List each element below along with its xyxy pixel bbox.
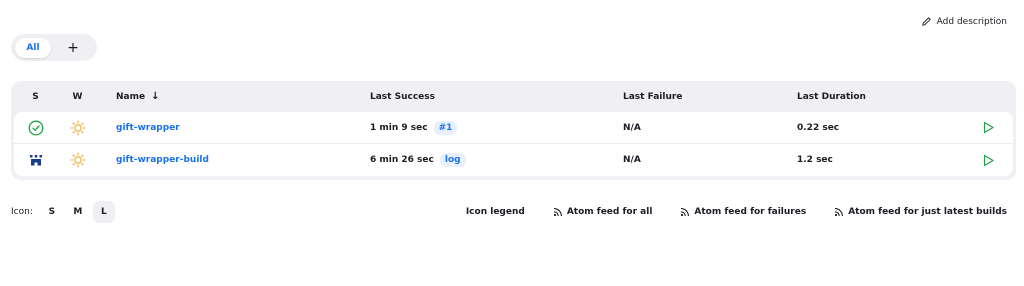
col-header-last-failure[interactable]: Last Failure <box>605 92 779 102</box>
icon-size-label: Icon: <box>11 207 33 217</box>
last-duration-value: 0.22 sec <box>797 122 840 133</box>
col-header-status[interactable]: S <box>14 92 57 102</box>
not-built-icon <box>29 155 42 166</box>
col-header-last-success[interactable]: Last Success <box>352 92 605 102</box>
play-icon[interactable] <box>982 121 995 134</box>
rss-icon <box>681 208 690 217</box>
last-success-time: 1 min 9 sec <box>370 122 428 133</box>
last-duration-value: 1.2 sec <box>797 155 833 165</box>
add-description-label: Add description <box>936 16 1007 27</box>
console-log-badge[interactable]: log <box>439 153 466 167</box>
job-name-link[interactable]: gift-wrapper-build <box>116 155 209 165</box>
col-header-name[interactable]: Name ↓ <box>98 91 352 102</box>
icon-legend-link[interactable]: Icon legend <box>466 207 525 217</box>
job-name-link[interactable]: gift-wrapper <box>116 123 180 133</box>
col-header-weather[interactable]: W <box>57 92 98 102</box>
atom-feed-failures-link[interactable]: Atom feed for failures <box>680 207 806 217</box>
icon-size-selector: Icon: S M L <box>11 201 115 223</box>
table-row: gift-wrapper 1 min 9 sec #1 N/A 0.22 sec <box>14 112 1013 144</box>
last-success-time: 6 min 26 sec <box>370 155 434 165</box>
icon-size-l-button[interactable]: L <box>92 201 115 223</box>
add-description-button[interactable]: Add description <box>921 16 1007 27</box>
icon-size-m-button[interactable]: M <box>67 201 89 223</box>
build-number-badge[interactable]: #1 <box>433 120 458 135</box>
icon-size-s-button[interactable]: S <box>41 201 63 223</box>
jobs-table: S W Name ↓ Last Success Last Failure Last… <box>11 81 1016 180</box>
sort-down-icon: ↓ <box>151 91 160 102</box>
rss-icon <box>835 208 844 217</box>
atom-feed-latest-link[interactable]: Atom feed for just latest builds <box>834 207 1007 217</box>
pencil-icon <box>921 17 931 26</box>
tab-all[interactable]: All <box>15 37 51 58</box>
atom-feed-all-link[interactable]: Atom feed for all <box>553 207 652 217</box>
play-icon[interactable] <box>982 154 995 167</box>
table-footer: Icon: S M L Icon legend Atom feed for al… <box>11 201 1007 223</box>
last-failure-value: N/A <box>623 155 641 165</box>
last-failure-value: N/A <box>623 122 641 133</box>
success-check-icon <box>28 120 43 135</box>
table-header: S W Name ↓ Last Success Last Failure Last… <box>14 81 1013 112</box>
sunny-icon <box>69 119 86 136</box>
rss-icon <box>553 208 562 217</box>
add-view-tab[interactable]: + <box>55 38 91 58</box>
view-tabs: All + <box>11 34 97 61</box>
table-body: gift-wrapper 1 min 9 sec #1 N/A 0.22 sec <box>14 112 1013 176</box>
col-header-last-duration[interactable]: Last Duration <box>779 92 959 102</box>
sunny-icon <box>69 152 86 168</box>
table-row: gift-wrapper-build 6 min 26 sec log N/A … <box>14 144 1013 176</box>
